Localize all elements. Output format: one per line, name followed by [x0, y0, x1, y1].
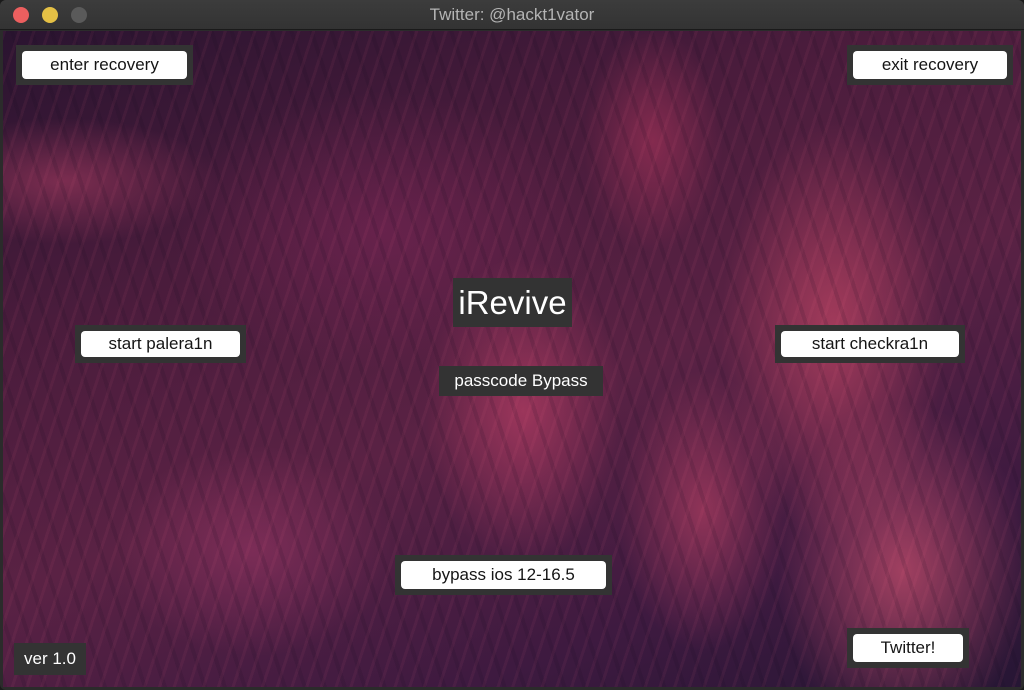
app-window: Twitter: @hackt1vator enter recovery exi… [0, 0, 1024, 690]
twitter-button[interactable]: Twitter! [853, 634, 963, 662]
enter-recovery-frame: enter recovery [16, 45, 193, 85]
version-label: ver 1.0 [14, 643, 86, 675]
twitter-frame: Twitter! [847, 628, 969, 668]
app-subtitle: passcode Bypass [439, 366, 603, 396]
enter-recovery-button[interactable]: enter recovery [22, 51, 187, 79]
title-bar: Twitter: @hackt1vator [0, 0, 1024, 30]
exit-recovery-frame: exit recovery [847, 45, 1013, 85]
start-palera1n-frame: start palera1n [75, 325, 246, 363]
start-palera1n-button[interactable]: start palera1n [81, 331, 240, 357]
main-content: enter recovery exit recovery iRevive pas… [3, 31, 1021, 687]
bypass-ios-button[interactable]: bypass ios 12-16.5 [401, 561, 606, 589]
exit-recovery-button[interactable]: exit recovery [853, 51, 1007, 79]
start-checkra1n-frame: start checkra1n [775, 325, 965, 363]
window-title: Twitter: @hackt1vator [429, 5, 595, 24]
bypass-frame: bypass ios 12-16.5 [395, 555, 612, 595]
app-title: iRevive [453, 278, 572, 327]
start-checkra1n-button[interactable]: start checkra1n [781, 331, 959, 357]
